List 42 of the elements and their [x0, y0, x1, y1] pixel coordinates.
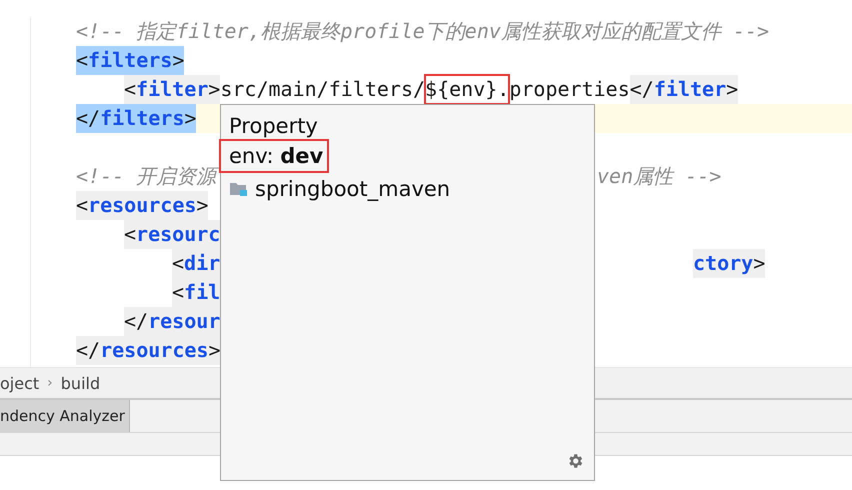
tool-window-tab[interactable]: ndency Analyzer	[0, 400, 130, 432]
module-name: springboot_maven	[255, 177, 450, 201]
folder-icon	[229, 181, 249, 197]
code-bracket: </	[76, 104, 100, 133]
code-bracket: <	[76, 46, 88, 75]
tag-name: filter	[654, 75, 726, 104]
code-text: properties	[509, 76, 630, 103]
tag-name: fil	[184, 278, 220, 307]
tag-name: resourc	[136, 220, 220, 249]
code-bracket: >	[208, 336, 221, 365]
tag-name: dir	[184, 249, 220, 278]
breadcrumb-item[interactable]: build	[60, 374, 100, 392]
tag-name: resour	[148, 307, 220, 336]
tag-name: filters	[100, 104, 184, 133]
breadcrumb-item[interactable]: oject	[0, 374, 40, 392]
code-bracket: >	[196, 191, 208, 220]
code-text: ${env}.	[425, 75, 510, 104]
tag-name: resources	[88, 191, 196, 220]
tag-name: filter	[136, 75, 208, 104]
code-text: src/main/filters/	[220, 76, 426, 103]
code-comment: ven属性 -->	[597, 163, 722, 190]
code-comment: <!-- 指定filter,根据最终profile下的env属性获取对应的配置文件 -->	[76, 18, 770, 45]
code-bracket: >	[726, 75, 738, 104]
breadcrumb-separator: ›	[47, 375, 53, 391]
property-value: env: dev	[219, 139, 330, 173]
code-bracket: </	[124, 307, 148, 336]
code-bracket: <	[124, 75, 136, 104]
tag-name: ctory	[693, 249, 754, 278]
code-bracket: <	[172, 278, 184, 307]
tag-name: filters	[88, 46, 172, 75]
code-bracket: >	[753, 249, 766, 278]
code-bracket: <	[124, 220, 136, 249]
code-bracket: >	[208, 75, 220, 104]
code-comment: <!-- 开启资源	[76, 162, 216, 191]
code-bracket: >	[184, 104, 196, 133]
code-bracket: >	[172, 46, 184, 75]
code-bracket: </	[76, 336, 100, 365]
popup-title: Property	[229, 113, 319, 139]
code-bracket: <	[76, 191, 88, 220]
code-bracket: <	[172, 249, 184, 278]
code-bracket: </	[630, 75, 654, 104]
tag-name: resources	[100, 336, 208, 365]
